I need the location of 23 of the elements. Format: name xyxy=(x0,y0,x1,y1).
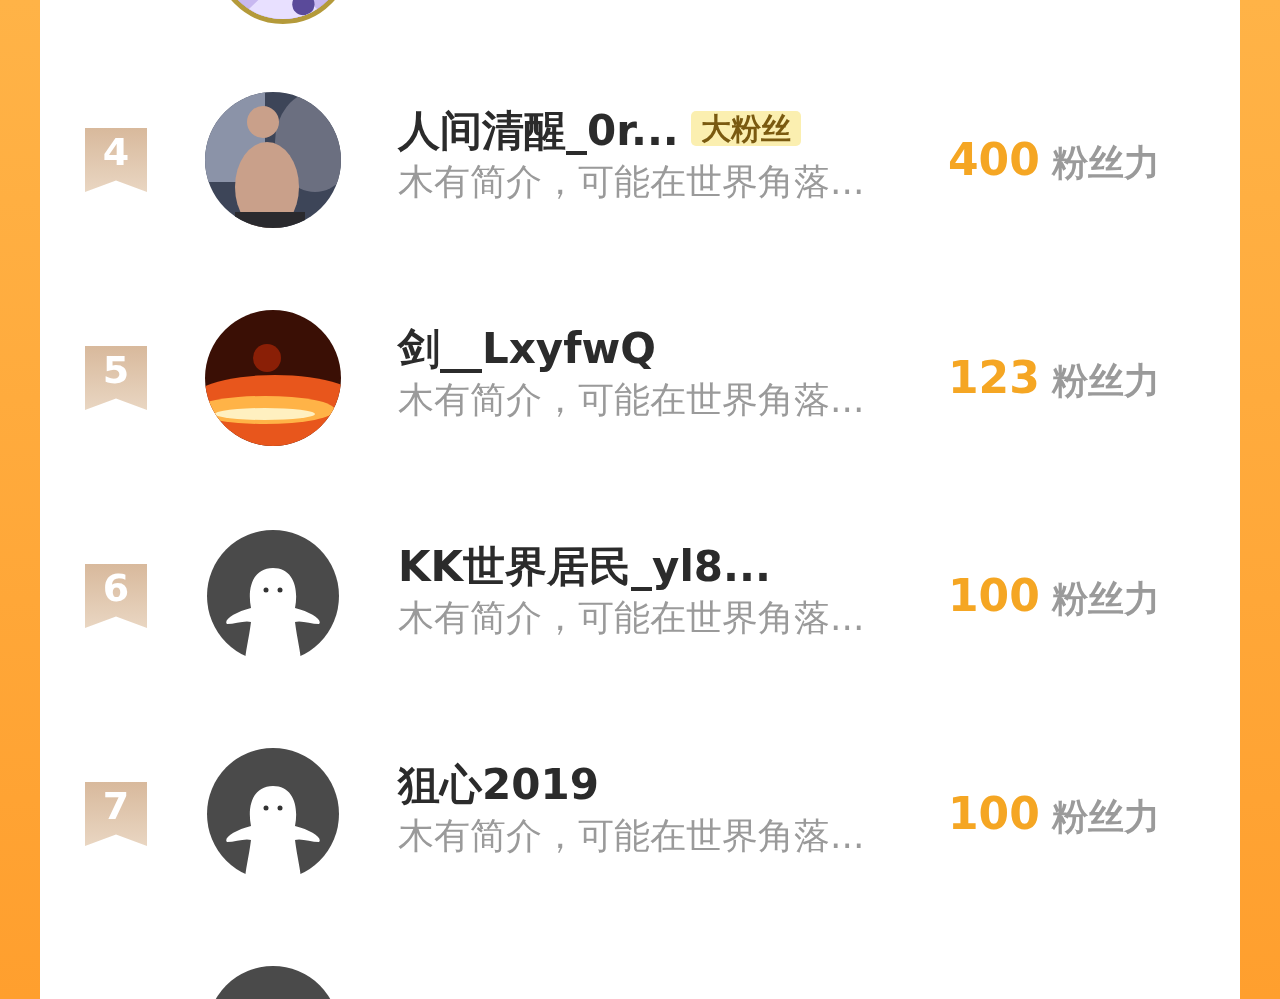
score-unit: 粉丝力 xyxy=(1051,578,1160,619)
user-name: 剑__LxyfwQ xyxy=(398,324,656,373)
fan-score: 123 xyxy=(948,352,1040,403)
score-unit: 粉丝力 xyxy=(1051,142,1160,183)
fan-score: 100 xyxy=(948,570,1040,621)
default-avatar-icon xyxy=(205,528,341,664)
score-unit: 粉丝力 xyxy=(1051,796,1160,837)
user-bio: 木有简介，可能在世界角落... xyxy=(398,159,866,204)
rank-badge: 7 xyxy=(85,782,147,846)
score-unit: 粉丝力 xyxy=(1051,360,1160,401)
user-bio: 木有简介，可能在世界角落... xyxy=(398,595,866,640)
user-name: 狙心2019 xyxy=(398,760,599,809)
user-name: KK世界居民_yl8... xyxy=(398,542,771,591)
user-name: 人间清醒_0r... xyxy=(398,106,679,155)
default-avatar-icon xyxy=(205,746,341,882)
fan-tag: 大粉丝 xyxy=(690,111,801,146)
user-bio: 木有简介，可能在世界角落... xyxy=(398,813,866,858)
fan-score: 400 xyxy=(948,134,1040,185)
rank-badge: 6 xyxy=(85,564,147,628)
rank-badge: 4 xyxy=(85,128,147,192)
rank-badge: 5 xyxy=(85,346,147,410)
user-bio: 木有简介，可能在世界角落... xyxy=(398,377,866,422)
fan-score: 100 xyxy=(948,788,1040,839)
